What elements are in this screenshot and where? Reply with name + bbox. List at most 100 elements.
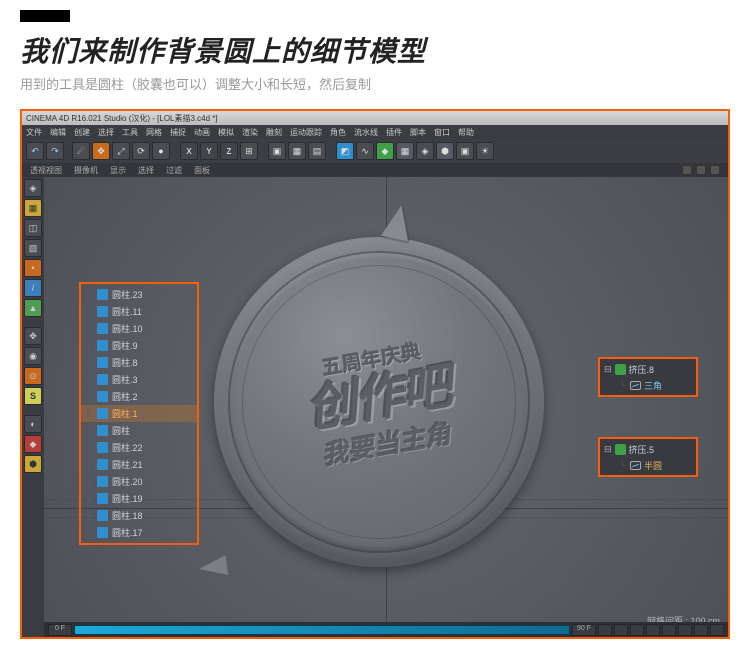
menu-plugins[interactable]: 插件 [386,127,402,138]
vp-max-button[interactable] [696,165,706,175]
add-array-button[interactable]: ▦ [396,142,414,160]
select-tool[interactable]: ☄ [72,142,90,160]
triangle-arrow-left [198,555,229,579]
add-env-button[interactable]: ⬢ [436,142,454,160]
obj-row[interactable]: ├圆柱.3 [81,371,197,388]
add-primitive-button[interactable]: ◩ [336,142,354,160]
axis-button[interactable]: ✥ [24,327,42,345]
timeline-autokey[interactable] [694,624,708,636]
model-mode-button[interactable]: ▦ [24,199,42,217]
timeline-start-field[interactable]: 0 F [48,624,72,636]
menu-bar[interactable]: 文件 编辑 创建 选择 工具 网格 捕捉 动画 模拟 渲染 雕刻 运动跟踪 角色… [22,125,728,139]
lock-z-button[interactable]: Z [220,142,238,160]
collapse-icon[interactable]: ⊟ [604,364,612,375]
obj-row[interactable]: ├圆柱 [81,422,197,439]
menu-edit[interactable]: 编辑 [50,127,66,138]
timeline-record[interactable] [678,624,692,636]
point-mode-button[interactable]: • [24,259,42,277]
vp-menu-camera[interactable]: 摄像机 [74,165,98,176]
obj-row[interactable]: └圆柱.17 [81,524,197,541]
extrude-parent-row[interactable]: ⊟ 挤压.8 [602,361,694,377]
make-editable-button[interactable]: ◈ [24,179,42,197]
vp-menu-display[interactable]: 显示 [110,165,126,176]
rotate-tool[interactable]: ⟳ [132,142,150,160]
undo-button[interactable]: ↶ [26,142,44,160]
add-camera-button[interactable]: ▣ [456,142,474,160]
vp-menu-panel[interactable]: 面板 [194,165,210,176]
viewport[interactable]: 五周年庆典 创作吧 我要当主角 ├圆柱.23 ├圆柱.11 ├圆柱.10 ├圆柱… [44,177,728,637]
timeline-goto-end[interactable] [662,624,676,636]
timeline-play[interactable] [630,624,644,636]
timeline-track[interactable] [74,625,570,635]
edge-mode-button[interactable]: / [24,279,42,297]
menu-file[interactable]: 文件 [26,127,42,138]
enable-button[interactable]: ◉ [24,347,42,365]
menu-sim[interactable]: 模拟 [218,127,234,138]
menu-sculpt[interactable]: 雕刻 [266,127,282,138]
obj-row[interactable]: ├圆柱.9 [81,337,197,354]
menu-mesh[interactable]: 网格 [146,127,162,138]
scale-tool[interactable]: ⤢ [112,142,130,160]
menu-window[interactable]: 窗口 [434,127,450,138]
menu-char[interactable]: 角色 [330,127,346,138]
dock-tool-b[interactable]: ◆ [24,435,42,453]
menu-create[interactable]: 创建 [74,127,90,138]
lock-y-button[interactable]: Y [200,142,218,160]
extrude-parent-row[interactable]: ⊟ 挤压.5 [602,441,694,457]
timeline-next-key[interactable] [646,624,660,636]
menu-pipe[interactable]: 流水线 [354,127,378,138]
obj-row[interactable]: ├圆柱.8 [81,354,197,371]
add-nurbs-button[interactable]: ◆ [376,142,394,160]
texture-mode-button[interactable]: ◫ [24,219,42,237]
vp-view-label: 透视视图 [30,165,62,176]
extrude-child-row[interactable]: └ 三角 [602,377,694,393]
vp-menu-filter[interactable]: 过滤 [166,165,182,176]
menu-render[interactable]: 渲染 [242,127,258,138]
obj-row[interactable]: ├圆柱.23 [81,286,197,303]
timeline-goto-start[interactable] [598,624,612,636]
obj-row[interactable]: ├圆柱.18 [81,507,197,524]
add-deformer-button[interactable]: ◈ [416,142,434,160]
add-light-button[interactable]: ☀ [476,142,494,160]
redo-button[interactable]: ↷ [46,142,64,160]
last-tool[interactable]: ● [152,142,170,160]
add-spline-button[interactable]: ∿ [356,142,374,160]
soft-select-button[interactable]: S [24,387,42,405]
timeline-end-field[interactable]: 90 F [572,624,596,636]
obj-row[interactable]: ├圆柱.22 [81,439,197,456]
obj-row[interactable]: ├圆柱.2 [81,388,197,405]
move-tool[interactable]: ✥ [92,142,110,160]
timeline[interactable]: 0 F 90 F [44,622,728,637]
vp-close-button[interactable] [710,165,720,175]
dock-tool-a[interactable]: ◐ [24,415,42,433]
timeline-keyopts[interactable] [710,624,724,636]
vp-min-button[interactable] [682,165,692,175]
dock-tool-c[interactable]: ⬢ [24,455,42,473]
menu-anim[interactable]: 动画 [194,127,210,138]
collapse-icon[interactable]: ⊟ [604,444,612,455]
menu-script[interactable]: 脚本 [410,127,426,138]
obj-row[interactable]: ├圆柱.10 [81,320,197,337]
medallion-model[interactable]: 五周年庆典 创作吧 我要当主角 [214,237,544,567]
obj-row[interactable]: ├圆柱.21 [81,456,197,473]
polygon-mode-button[interactable]: ▲ [24,299,42,317]
render-settings-button[interactable]: ▤ [308,142,326,160]
obj-row-selected[interactable]: ├圆柱.1 [81,405,197,422]
workplane-mode-button[interactable]: ▨ [24,239,42,257]
vp-menu-select[interactable]: 选择 [138,165,154,176]
menu-snap[interactable]: 捕捉 [170,127,186,138]
menu-tools[interactable]: 工具 [122,127,138,138]
menu-select[interactable]: 选择 [98,127,114,138]
obj-row[interactable]: ├圆柱.20 [81,473,197,490]
obj-row[interactable]: ├圆柱.19 [81,490,197,507]
menu-help[interactable]: 帮助 [458,127,474,138]
timeline-prev-key[interactable] [614,624,628,636]
extrude-child-row[interactable]: └ 半圆 [602,457,694,473]
render-pv-button[interactable]: ▦ [288,142,306,160]
snap-button[interactable]: ⊙ [24,367,42,385]
obj-row[interactable]: ├圆柱.11 [81,303,197,320]
menu-track[interactable]: 运动跟踪 [290,127,322,138]
lock-x-button[interactable]: X [180,142,198,160]
coord-system-button[interactable]: ⊞ [240,142,258,160]
render-view-button[interactable]: ▣ [268,142,286,160]
